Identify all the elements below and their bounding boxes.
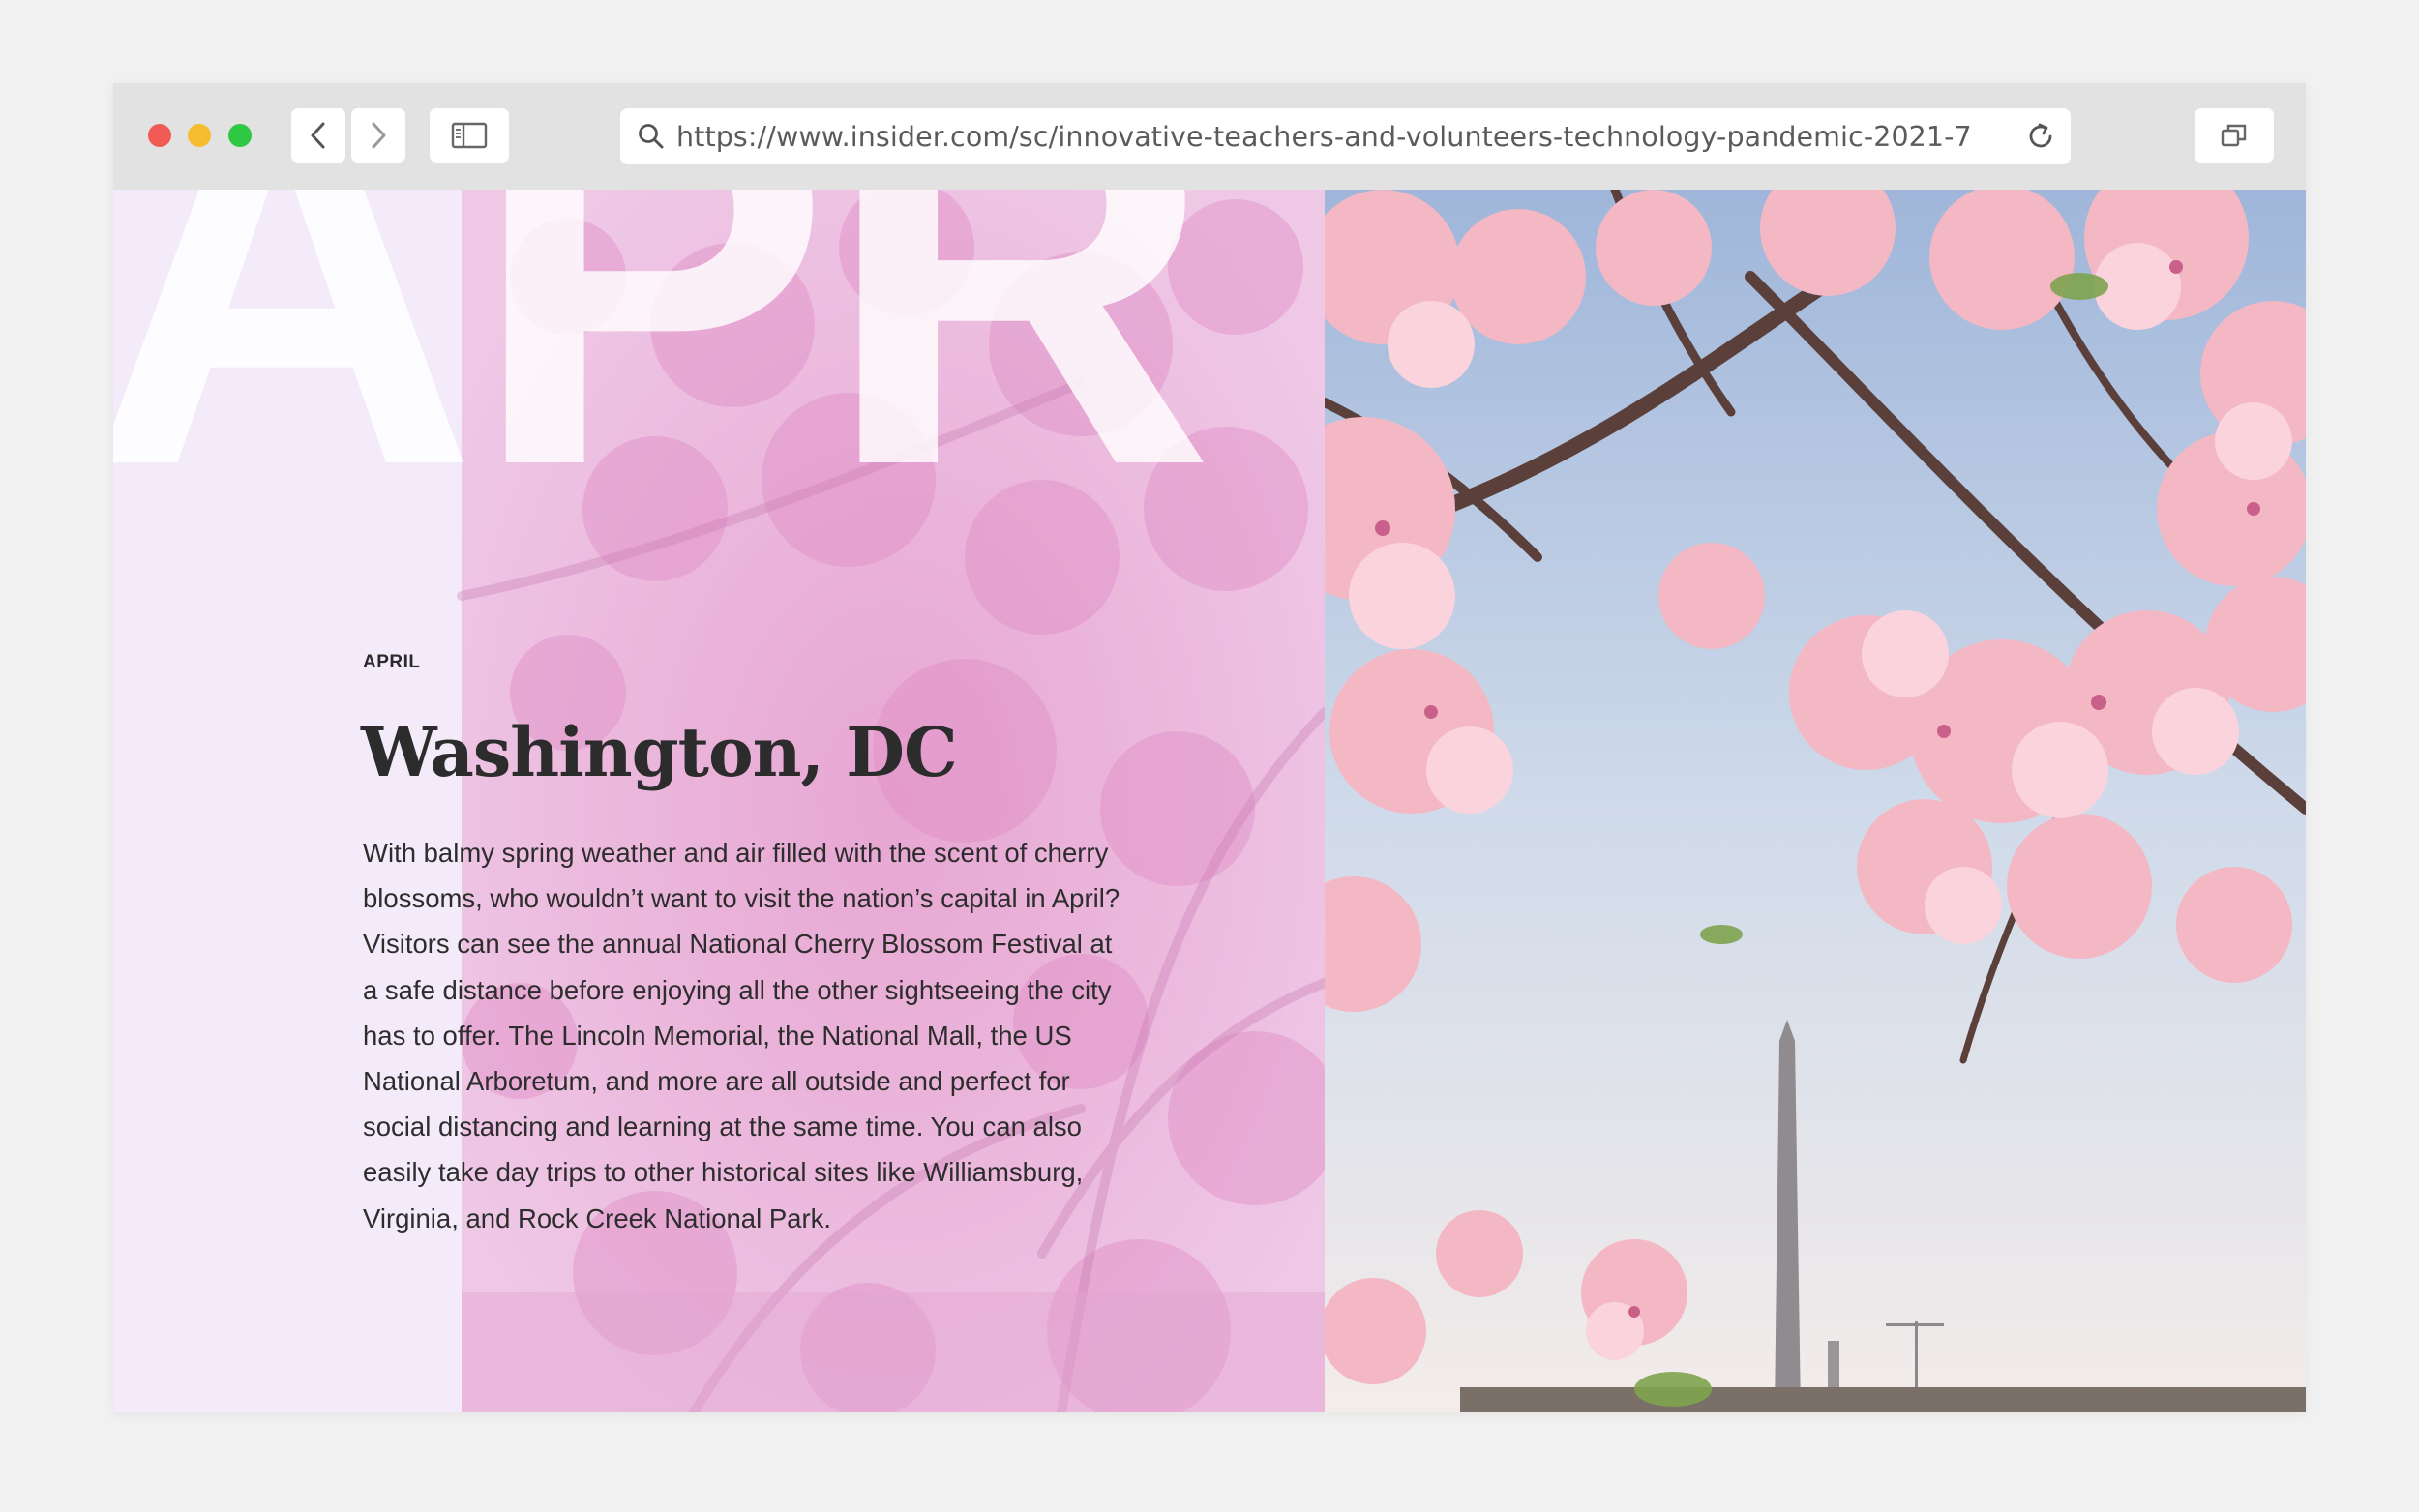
browser-window: https://www.insider.com/sc/innovative-te… xyxy=(113,83,2306,1412)
address-bar[interactable]: https://www.insider.com/sc/innovative-te… xyxy=(620,108,2071,164)
chevron-right-icon xyxy=(372,122,386,149)
article-title: Washington, DC xyxy=(361,712,958,792)
search-icon xyxy=(636,121,667,152)
chevron-left-icon xyxy=(311,122,325,149)
tab-overview-button[interactable] xyxy=(2195,108,2274,163)
back-button[interactable] xyxy=(291,108,345,163)
url-text[interactable]: https://www.insider.com/sc/innovative-te… xyxy=(676,121,1972,153)
close-window-button[interactable] xyxy=(148,124,171,147)
reload-icon[interactable] xyxy=(2024,120,2057,153)
web-page: APR APRIL Washington, DC With balmy spri… xyxy=(113,190,2306,1412)
minimize-window-button[interactable] xyxy=(188,124,211,147)
maximize-window-button[interactable] xyxy=(228,124,252,147)
article-text-panel: APR APRIL Washington, DC With balmy spri… xyxy=(113,190,1325,1412)
cherry-blossom-photo xyxy=(1325,190,2306,1412)
decorative-month-text: APR xyxy=(113,190,1214,578)
sidebar-icon xyxy=(451,122,488,149)
sidebar-toggle-button[interactable] xyxy=(430,108,509,163)
tabs-icon xyxy=(2221,124,2247,147)
article-body: With balmy spring weather and air filled… xyxy=(363,838,1120,1233)
browser-toolbar: https://www.insider.com/sc/innovative-te… xyxy=(113,83,2306,190)
forward-button[interactable] xyxy=(351,108,405,163)
article-kicker: APRIL xyxy=(363,652,421,672)
